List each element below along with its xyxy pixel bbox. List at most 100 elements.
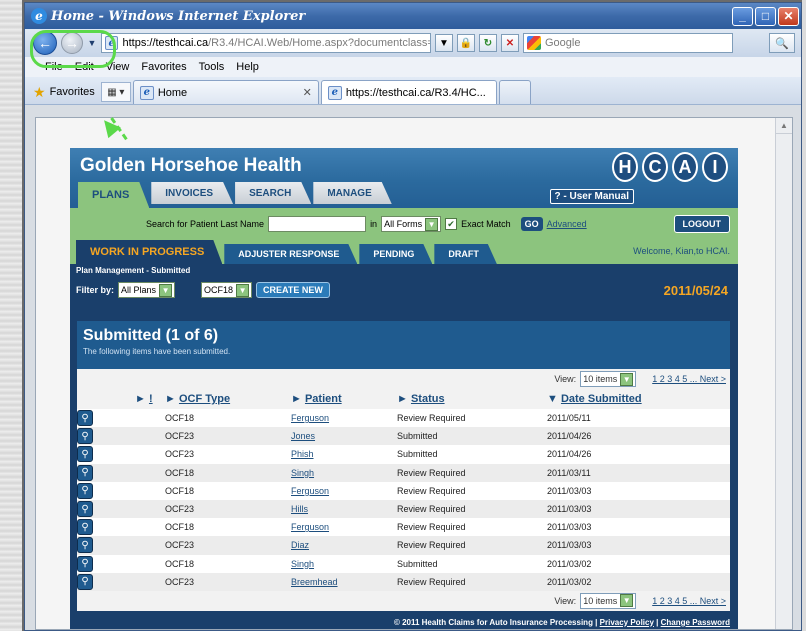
patient-link[interactable]: Singh [291, 468, 314, 478]
change-password-link[interactable]: Change Password [661, 618, 730, 627]
menu-favorites[interactable]: Favorites [141, 61, 186, 73]
patient-link[interactable]: Diaz [291, 540, 309, 550]
magnifier-icon[interactable]: ⚲ [77, 482, 93, 499]
ocf-type-cell: OCF18 [165, 481, 291, 500]
magnifier-icon[interactable]: ⚲ [77, 501, 93, 518]
vertical-scrollbar[interactable]: ▲ [775, 118, 792, 629]
chevron-down-icon: ▼ [620, 594, 634, 608]
view-cell: ⚲ [77, 554, 135, 573]
ocf-type-select[interactable]: OCF18 ▼ [201, 282, 253, 298]
close-tab-icon[interactable]: ✕ [303, 86, 312, 99]
menu-help[interactable]: Help [236, 61, 259, 73]
patient-link[interactable]: Hills [291, 504, 308, 514]
new-tab-button[interactable] [498, 80, 531, 104]
magnifier-icon[interactable]: ⚲ [77, 428, 93, 445]
stop-icon: ✕ [505, 37, 515, 49]
exact-match-label: Exact Match [461, 219, 511, 229]
plans-filter-select[interactable]: All Plans ▼ [118, 282, 176, 298]
patient-lastname-input[interactable] [268, 216, 367, 232]
tab-plans[interactable]: PLANS [78, 182, 149, 208]
scroll-up-icon[interactable]: ▲ [776, 118, 792, 134]
pagination[interactable]: 1 2 3 4 5 ... Next > [652, 596, 726, 606]
view-count-select[interactable]: 10 items ▼ [580, 371, 637, 387]
search-box[interactable]: Google [523, 33, 733, 53]
ocf-type-cell: OCF23 [165, 445, 291, 464]
col-patient[interactable]: ► Patient [291, 389, 397, 409]
maximize-button[interactable]: □ [755, 6, 776, 26]
in-label: in [370, 219, 378, 229]
panel-subtitle: The following items have been submitted. [83, 347, 231, 356]
tab-draft[interactable]: DRAFT [434, 244, 497, 264]
tab-invoices[interactable]: INVOICES [151, 182, 233, 204]
patient-link[interactable]: Jones [291, 431, 315, 441]
magnifier-icon[interactable]: ⚲ [77, 446, 93, 463]
flag-cell [135, 572, 165, 591]
stop-button[interactable]: ✕ [501, 34, 519, 52]
view-cell: ⚲ [77, 445, 135, 464]
tab-work-in-progress[interactable]: WORK IN PROGRESS [76, 240, 222, 264]
patient-search-row: Search for Patient Last Name in All Form… [70, 208, 738, 240]
user-manual-link[interactable]: ? - User Manual [549, 189, 634, 204]
col-ocf-type[interactable]: ► OCF Type [165, 389, 291, 409]
tab-home[interactable]: e Home ✕ [132, 80, 319, 104]
tab-pending[interactable]: PENDING [359, 244, 432, 264]
tab-hcai[interactable]: e https://testhcai.ca/R3.4/HC... [320, 80, 497, 104]
logout-button[interactable]: LOGOUT [673, 215, 730, 233]
col-date-submitted[interactable]: ▼ Date Submitted [547, 389, 730, 409]
status-cell: Review Required [397, 518, 547, 537]
date-cell: 2011/03/03 [547, 536, 730, 555]
view-cell: ⚲ [77, 481, 135, 500]
patient-link[interactable]: Ferguson [291, 522, 329, 532]
magnifier-icon[interactable]: ⚲ [77, 410, 93, 427]
go-button[interactable]: GO [520, 217, 543, 231]
close-button[interactable]: ✕ [778, 6, 799, 26]
exact-match-checkbox[interactable]: ✔ [445, 218, 458, 230]
advanced-search-link[interactable]: Advanced [547, 219, 587, 229]
tab-search[interactable]: SEARCH [235, 182, 311, 204]
url-dropdown-button[interactable]: ▼ [435, 34, 453, 52]
magnifier-icon[interactable]: ⚲ [77, 573, 93, 590]
pagination[interactable]: 1 2 3 4 5 ... Next > [652, 374, 726, 384]
title-bar[interactable]: e Home - Windows Internet Explorer _ □ ✕ [25, 3, 801, 29]
pager-top: View: 10 items ▼ 1 2 3 4 5 ... Next > [77, 369, 730, 389]
col-status[interactable]: ► Status [397, 389, 547, 409]
address-bar: ← → ▼ e https://testhcai.ca/R3.4/HCAI.We… [25, 29, 801, 57]
patient-link[interactable]: Breemhead [291, 577, 338, 587]
ocf-type-value: OCF18 [204, 285, 234, 295]
patient-cell: Phish [291, 445, 397, 464]
magnifier-icon[interactable]: ⚲ [77, 519, 93, 536]
url-field[interactable]: e https://testhcai.ca/R3.4/HCAI.Web/Home… [101, 33, 431, 53]
privacy-policy-link[interactable]: Privacy Policy [600, 618, 654, 627]
favorites-button[interactable]: ★ Favorites [33, 80, 95, 104]
patient-link[interactable]: Ferguson [291, 413, 329, 423]
quick-tabs-button[interactable]: ▦ ▾ [100, 82, 131, 102]
view-count-select[interactable]: 10 items ▼ [580, 592, 637, 609]
search-button[interactable]: 🔍 [769, 33, 795, 53]
flag-cell [135, 536, 165, 555]
patient-link[interactable]: Phish [291, 449, 314, 459]
page-icon: e [139, 85, 154, 100]
create-new-button[interactable]: CREATE NEW [256, 282, 330, 298]
tab-adjuster-response[interactable]: ADJUSTER RESPONSE [224, 244, 357, 264]
tab-manage[interactable]: MANAGE [313, 182, 391, 204]
view-count-value: 10 items [583, 595, 618, 606]
forms-select[interactable]: All Forms ▼ [381, 216, 442, 232]
patient-cell: Singh [291, 463, 397, 482]
magnifier-icon[interactable]: ⚲ [77, 537, 93, 554]
minimize-button[interactable]: _ [732, 6, 753, 26]
table-row: ⚲ OCF23 Phish Submitted 2011/04/26 [77, 445, 730, 464]
security-lock-icon[interactable]: 🔒 [457, 34, 475, 52]
google-icon [527, 36, 541, 50]
status-cell: Review Required [397, 409, 547, 428]
refresh-button[interactable]: ↻ [479, 34, 497, 52]
patient-link[interactable]: Ferguson [291, 486, 329, 496]
menu-tools[interactable]: Tools [199, 61, 225, 73]
forms-select-value: All Forms [384, 219, 423, 229]
star-icon: ★ [33, 83, 46, 100]
magnifier-icon[interactable]: ⚲ [77, 555, 93, 572]
magnifier-icon[interactable]: ⚲ [77, 464, 93, 481]
hcai-logo: H C A I [612, 152, 728, 182]
url-host: https://testhcai.ca [122, 37, 209, 49]
patient-link[interactable]: Singh [291, 559, 314, 569]
col-flag[interactable]: ► ! [135, 389, 165, 409]
